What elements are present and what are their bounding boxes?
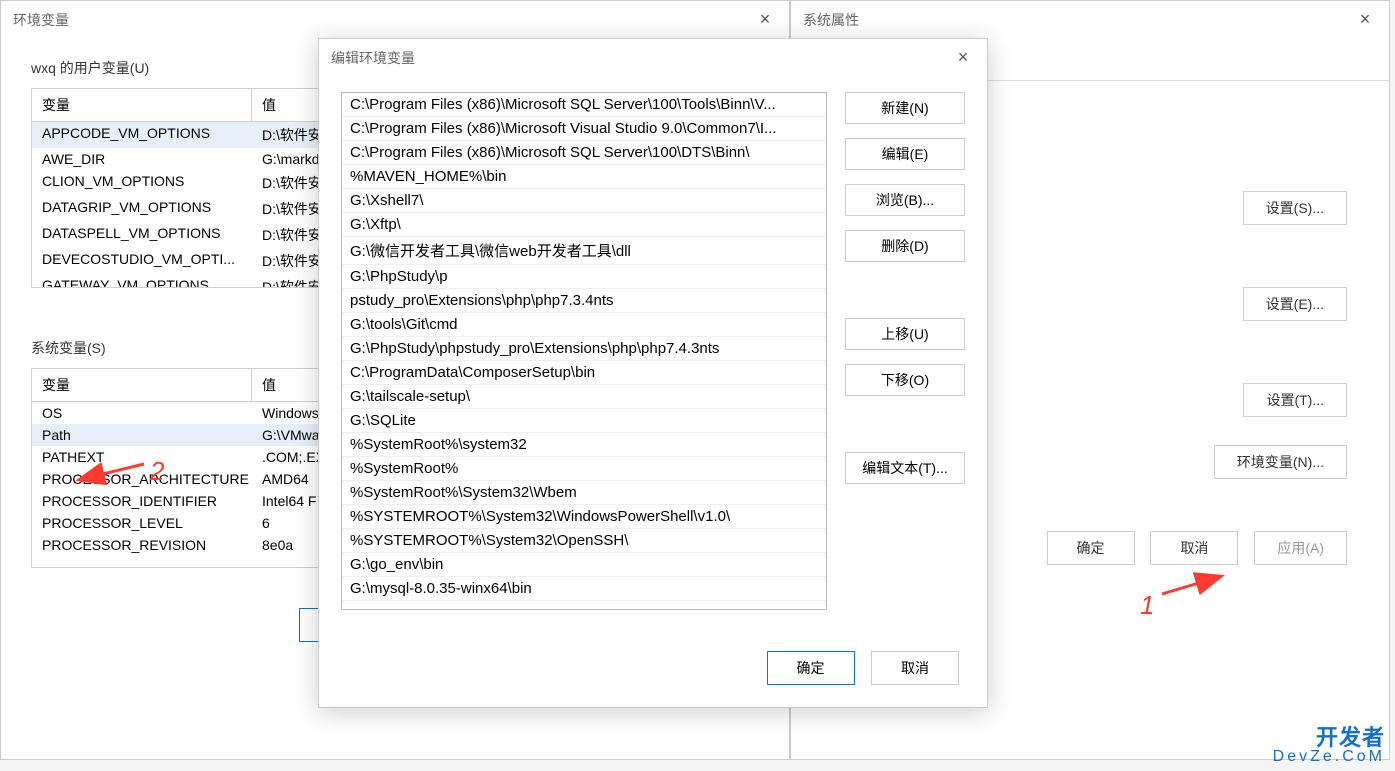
path-item[interactable]: G:\Xftp\ [342, 213, 826, 237]
watermark-line1: 开发者 [1273, 727, 1385, 749]
watermark-line2: DevZe.CoM [1273, 749, 1385, 765]
path-item[interactable]: C:\ProgramData\ComposerSetup\bin [342, 361, 826, 385]
var-name: Path [32, 424, 252, 446]
col-variable: 变量 [32, 89, 252, 121]
editvar-bottom-buttons: 确定 取消 [761, 651, 965, 685]
var-name: PROCESSOR_IDENTIFIER [32, 490, 252, 512]
path-item[interactable]: C:\Program Files (x86)\Microsoft SQL Ser… [342, 93, 826, 117]
close-icon[interactable]: × [753, 9, 777, 30]
path-item[interactable]: G:\PhpStudy\p [342, 265, 826, 289]
path-item[interactable]: pstudy_pro\Extensions\php\php7.3.4nts [342, 289, 826, 313]
var-name: PROCESSOR_LEVEL [32, 512, 252, 534]
var-name: PROCESSOR_ARCHITECTURE [32, 468, 252, 490]
watermark: 开发者 DevZe.CoM [1273, 727, 1385, 765]
path-item[interactable]: G:\微信开发者工具\微信web开发者工具\dll [342, 237, 826, 265]
settings-t-button[interactable]: 设置(T)... [1243, 383, 1347, 417]
var-name: DATAGRIP_VM_OPTIONS [32, 196, 252, 222]
var-name: CLION_VM_OPTIONS [32, 170, 252, 196]
var-name: PROCESSOR_REVISION [32, 534, 252, 556]
delete-button[interactable]: 删除(D) [845, 230, 965, 262]
var-name: PATHEXT [32, 446, 252, 468]
env-vars-titlebar: 环境变量 × [1, 1, 789, 38]
editvar-title: 编辑环境变量 [331, 48, 415, 68]
path-item[interactable]: %SystemRoot% [342, 457, 826, 481]
path-item[interactable]: G:\go_env\bin [342, 553, 826, 577]
path-item[interactable]: %MAVEN_HOME%\bin [342, 165, 826, 189]
edit-text-button[interactable]: 编辑文本(T)... [845, 452, 965, 484]
move-up-button[interactable]: 上移(U) [845, 318, 965, 350]
var-name: GATEWAY_VM_OPTIONS [32, 274, 252, 288]
path-item[interactable]: G:\PhpStudy\phpstudy_pro\Extensions\php\… [342, 337, 826, 361]
path-item[interactable]: %SystemRoot%\System32\Wbem [342, 481, 826, 505]
path-list[interactable]: C:\Program Files (x86)\Microsoft SQL Ser… [341, 92, 827, 610]
apply-button[interactable]: 应用(A) [1254, 531, 1347, 565]
move-down-button[interactable]: 下移(O) [845, 364, 965, 396]
cancel-button[interactable]: 取消 [1150, 531, 1238, 565]
var-name: OS [32, 402, 252, 424]
var-name: APPCODE_VM_OPTIONS [32, 122, 252, 148]
env-vars-button[interactable]: 环境变量(N)... [1214, 445, 1347, 479]
edit-button[interactable]: 编辑(E) [845, 138, 965, 170]
edit-env-var-dialog: 编辑环境变量 × C:\Program Files (x86)\Microsof… [318, 38, 988, 708]
path-item[interactable]: %SYSTEMROOT%\System32\WindowsPowerShell\… [342, 505, 826, 529]
settings-e-button[interactable]: 设置(E)... [1243, 287, 1347, 321]
path-item[interactable]: G:\mysql-8.0.35-winx64\bin [342, 577, 826, 601]
path-item[interactable]: C:\Program Files (x86)\Microsoft Visual … [342, 117, 826, 141]
col-variable: 变量 [32, 369, 252, 401]
sysprops-title: 系统属性 [803, 10, 859, 30]
cancel-button[interactable]: 取消 [871, 651, 959, 685]
sysprops-titlebar: 系统属性 × [791, 1, 1389, 38]
path-item[interactable]: G:\SQLite [342, 409, 826, 433]
ok-button[interactable]: 确定 [1047, 531, 1135, 565]
settings-s-button[interactable]: 设置(S)... [1243, 191, 1347, 225]
path-item[interactable]: %SYSTEMROOT%\System32\OpenSSH\ [342, 529, 826, 553]
new-button[interactable]: 新建(N) [845, 92, 965, 124]
var-name: AWE_DIR [32, 148, 252, 170]
browse-button[interactable]: 浏览(B)... [845, 184, 965, 216]
path-item[interactable]: C:\Program Files (x86)\Microsoft SQL Ser… [342, 141, 826, 165]
path-item[interactable]: G:\tools\Git\cmd [342, 313, 826, 337]
env-vars-title: 环境变量 [13, 10, 69, 30]
path-item[interactable]: G:\Xshell7\ [342, 189, 826, 213]
path-item[interactable]: G:\tailscale-setup\ [342, 385, 826, 409]
var-name: DEVECOSTUDIO_VM_OPTI... [32, 248, 252, 274]
close-icon[interactable]: × [1353, 9, 1377, 30]
ok-button[interactable]: 确定 [767, 651, 855, 685]
var-name: DATASPELL_VM_OPTIONS [32, 222, 252, 248]
editvar-titlebar: 编辑环境变量 × [319, 39, 987, 76]
path-item[interactable]: %SystemRoot%\system32 [342, 433, 826, 457]
close-icon[interactable]: × [951, 47, 975, 68]
editvar-side-buttons: 新建(N) 编辑(E) 浏览(B)... 删除(D) 上移(U) 下移(O) 编… [845, 92, 965, 610]
